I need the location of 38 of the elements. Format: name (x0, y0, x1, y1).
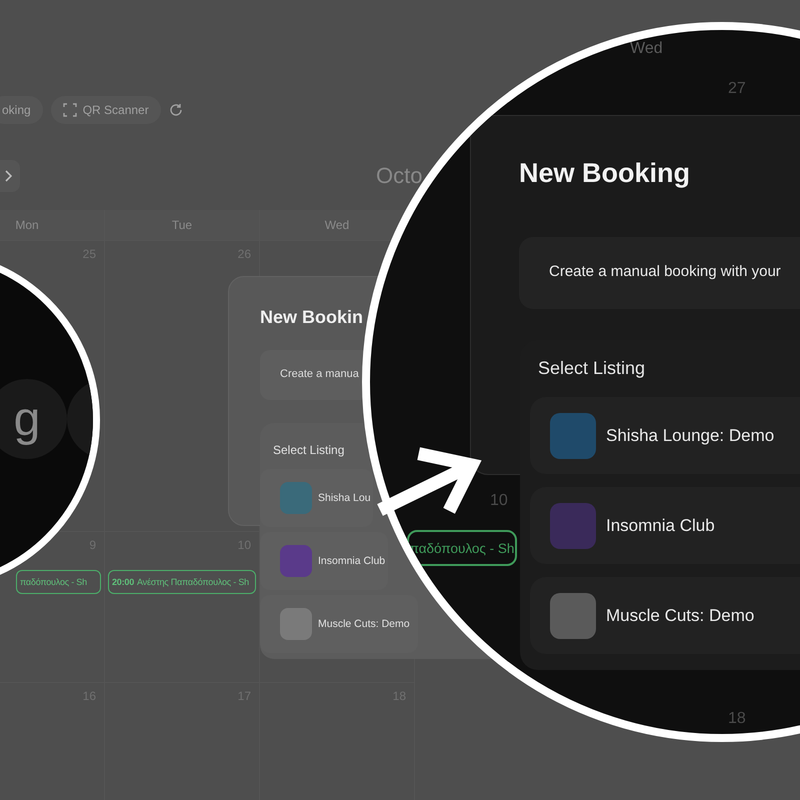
photo-placeholder (550, 412, 596, 458)
booking-button[interactable]: g (0, 379, 67, 459)
photo-placeholder (280, 482, 312, 514)
panel-title: Select Listing (273, 443, 346, 457)
day-number: 18 (728, 710, 746, 728)
listing-name: Insomnia Club (606, 516, 715, 536)
event-title: παδόπουλος - Sh (20, 577, 87, 587)
listing-item[interactable]: Insomnia Club (530, 487, 800, 564)
weekday-header: Mon (0, 210, 105, 240)
listing-name: Shisha Lou (318, 492, 371, 504)
event-title: Ανέστης Παπαδόπουλος - Sh (137, 577, 249, 587)
chevron-right-icon (4, 170, 12, 182)
dialog-title: New Booking (519, 158, 692, 189)
info-text: Create a manual booking with your (519, 237, 800, 309)
listing-name: Insomnia Club (318, 555, 386, 567)
event-time: 20:00 (112, 577, 134, 587)
weekday-header: Tue (105, 210, 260, 240)
refresh-icon[interactable] (168, 103, 183, 117)
listing-name: Muscle Cuts: Demo (318, 618, 410, 630)
panel-title: Select Listing (538, 358, 646, 379)
toolbar-button[interactable]: oking (0, 96, 43, 124)
month-title: Octo (376, 163, 422, 189)
listing-name: Muscle Cuts: Demo (606, 606, 754, 626)
photo-placeholder (550, 592, 596, 638)
listing-name: Shisha Lounge: Demo (606, 426, 774, 446)
day-number: 10 (490, 492, 508, 510)
toolbar-button[interactable]: QR Scanner (50, 96, 161, 124)
event-chip[interactable]: παδόπουλος - Sh (407, 530, 517, 566)
event-chip[interactable]: 20:00 Ανέστης Παπαδόπουλος - Sh (108, 570, 256, 594)
listing-item[interactable]: Muscle Cuts: Demo (530, 577, 800, 654)
weekday-header: Wed (630, 40, 663, 58)
photo-placeholder (280, 608, 312, 640)
photo-placeholder (280, 545, 312, 577)
dialog-title: New Bookin (260, 307, 364, 328)
listing-item[interactable]: Shisha Lounge: Demo (530, 397, 800, 474)
scan-frame-icon (62, 103, 77, 117)
photo-placeholder (550, 502, 596, 548)
day-number: 27 (728, 80, 746, 98)
